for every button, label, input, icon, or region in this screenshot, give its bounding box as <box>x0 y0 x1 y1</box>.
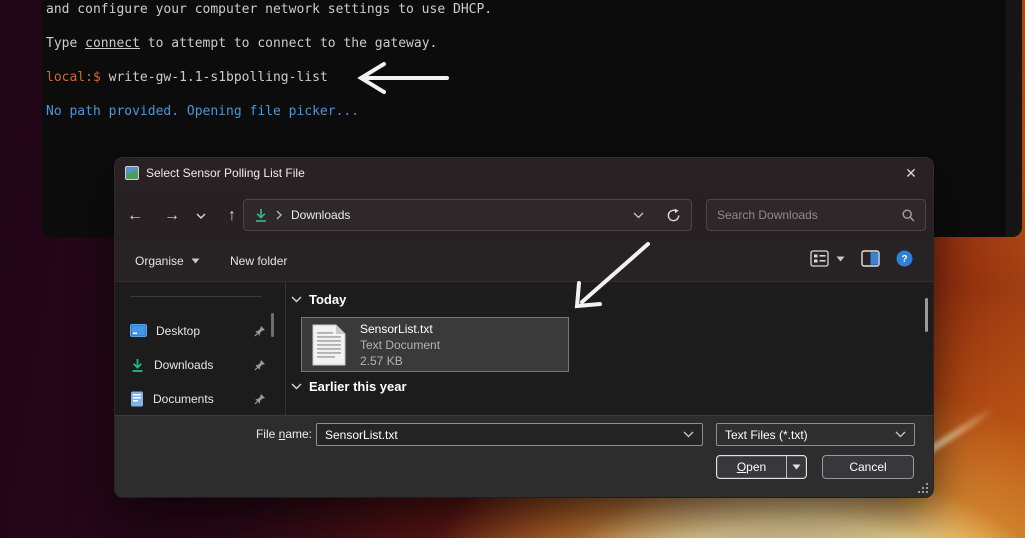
resize-grip[interactable] <box>918 483 928 493</box>
terminal-info-line: No path provided. Opening file picker... <box>46 104 360 119</box>
dialog-footer: File name: SensorList.txt Text Files (*.… <box>115 415 933 497</box>
file-type-select[interactable]: Text Files (*.txt) <box>716 423 915 446</box>
file-name-input[interactable]: SensorList.txt <box>316 423 703 446</box>
preview-pane-icon <box>861 250 880 267</box>
organise-chevron-icon <box>191 258 200 264</box>
file-type-value: Text Files (*.txt) <box>725 427 808 442</box>
search-box <box>706 199 926 231</box>
sidebar-item-label: Downloads <box>154 358 214 372</box>
sidebar-scrollbar[interactable] <box>271 313 274 337</box>
downloads-location-icon <box>256 208 266 222</box>
text-file-icon <box>312 324 346 365</box>
group-header-today[interactable]: Today <box>291 292 346 307</box>
file-list-scrollbar[interactable] <box>925 298 928 332</box>
address-dropdown-chevron-icon[interactable] <box>633 212 644 219</box>
change-view-button[interactable] <box>810 250 845 267</box>
terminal-line-connect: Type connect to attempt to connect to th… <box>46 36 438 51</box>
sidebar-item-desktop[interactable]: Desktop <box>130 318 270 344</box>
sidebar-item-label: Documents <box>153 392 214 406</box>
close-icon[interactable]: ✕ <box>897 161 925 185</box>
views-icon <box>810 250 829 267</box>
open-button[interactable]: Open <box>716 455 807 479</box>
recent-locations-chevron-icon[interactable] <box>193 205 209 227</box>
help-icon: ? <box>896 250 913 267</box>
file-name-dropdown-chevron-icon[interactable] <box>683 431 694 438</box>
dialog-title: Select Sensor Polling List File <box>146 166 305 180</box>
dialog-toolbar: Organise New folder ? <box>115 242 933 282</box>
sidebar-item-label: Desktop <box>156 324 201 338</box>
dialog-content: Desktop Downloads Documents Today Sensor… <box>115 282 933 415</box>
desktop-icon <box>130 324 147 337</box>
dialog-navigation-row: ← → ↑ Downloads <box>115 188 933 242</box>
connect-link[interactable]: connect <box>85 36 140 51</box>
address-bar[interactable]: Downloads <box>243 199 692 231</box>
shell-prompt: local:$ <box>46 70 109 85</box>
search-input[interactable] <box>717 208 902 222</box>
file-list-pane: Today SensorList.txt Text Document 2.57 … <box>286 282 933 415</box>
file-name: SensorList.txt <box>360 321 433 336</box>
open-dropdown-arrow-icon <box>792 464 801 470</box>
file-open-dialog: Select Sensor Polling List File ✕ ← → ↑ … <box>115 158 933 497</box>
file-type-chevron-icon <box>895 431 906 438</box>
collapse-chevron-icon <box>291 296 302 303</box>
back-button[interactable]: ← <box>124 205 146 227</box>
search-icon[interactable] <box>902 208 915 222</box>
forward-button[interactable]: → <box>161 205 183 227</box>
sidebar-item-downloads[interactable]: Downloads <box>130 352 270 378</box>
up-button[interactable]: ↑ <box>221 205 243 227</box>
terminal-command-line: local:$ write-gw-1.1-s1bpolling-list <box>46 70 328 85</box>
views-chevron-icon <box>836 256 845 261</box>
open-button-main[interactable]: Open <box>717 456 786 478</box>
group-header-earlier-this-year[interactable]: Earlier this year <box>291 379 407 394</box>
file-item-sensorlist[interactable]: SensorList.txt Text Document 2.57 KB <box>301 317 569 372</box>
terminal-line-dhcp: and configure your computer network sett… <box>46 2 493 17</box>
downloads-icon <box>132 358 143 372</box>
pin-icon <box>254 394 265 405</box>
pin-icon <box>254 360 265 371</box>
help-button[interactable]: ? <box>896 250 913 267</box>
dialog-titlebar[interactable]: Select Sensor Polling List File ✕ <box>115 158 933 188</box>
cancel-button[interactable]: Cancel <box>822 455 914 479</box>
refresh-icon[interactable] <box>666 208 681 223</box>
sidebar-divider <box>130 296 262 297</box>
file-name-label: File name: <box>255 427 312 441</box>
documents-icon <box>131 391 143 407</box>
new-folder-button[interactable]: New folder <box>230 254 287 268</box>
svg-text:?: ? <box>901 254 907 265</box>
dialog-app-icon <box>125 166 139 180</box>
typed-command: write-gw-1.1-s1bpolling-list <box>108 70 328 85</box>
preview-pane-button[interactable] <box>861 250 880 267</box>
organise-menu-button[interactable]: Organise <box>135 254 200 268</box>
terminal-scrollbar[interactable] <box>1006 0 1022 237</box>
file-size: 2.57 KB <box>360 353 403 368</box>
navigation-pane: Desktop Downloads Documents <box>115 282 285 415</box>
sidebar-item-documents[interactable]: Documents <box>130 386 270 412</box>
breadcrumb-location[interactable]: Downloads <box>291 208 350 222</box>
pin-icon <box>254 326 265 337</box>
file-type: Text Document <box>360 337 441 352</box>
breadcrumb-chevron-icon <box>276 210 282 220</box>
file-name-value: SensorList.txt <box>325 427 398 442</box>
collapse-chevron-icon <box>291 383 302 390</box>
open-split-dropdown[interactable] <box>786 456 806 478</box>
